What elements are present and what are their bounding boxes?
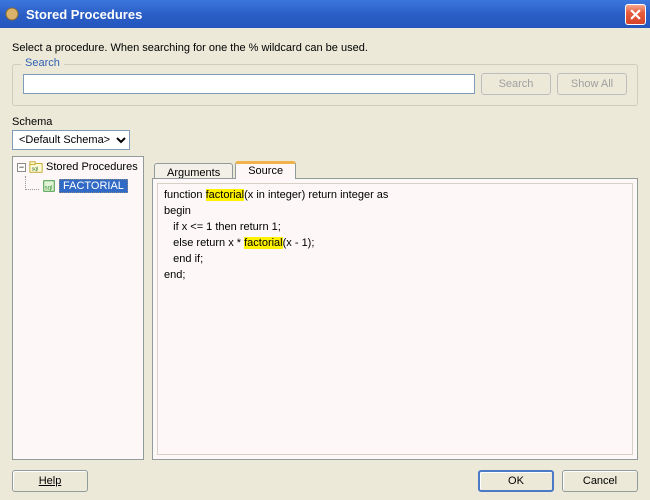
tree-connector — [25, 176, 39, 190]
close-button[interactable] — [625, 4, 646, 25]
window-title: Stored Procedures — [26, 7, 625, 22]
schema-block: Schema <Default Schema> — [12, 116, 638, 150]
search-legend: Search — [21, 57, 64, 69]
app-icon — [4, 6, 20, 22]
folder-sql-icon: sql — [29, 160, 43, 174]
code-text: begin — [164, 205, 191, 217]
search-row: Search Show All — [23, 73, 627, 95]
tree-collapse-icon[interactable]: − — [17, 163, 26, 172]
help-button[interactable]: Help — [12, 470, 88, 492]
search-button[interactable]: Search — [481, 73, 551, 95]
code-highlight: factorial — [244, 237, 283, 249]
code-text: else return x * — [164, 237, 244, 249]
tree-root-label: Stored Procedures — [46, 161, 138, 173]
tree-pane[interactable]: − sql Stored Procedures sql FACTORIAL — [12, 156, 144, 460]
code-text: end; — [164, 269, 185, 281]
title-bar: Stored Procedures — [0, 0, 650, 28]
procedure-icon: sql — [42, 179, 56, 193]
help-button-label: Help — [39, 475, 62, 487]
instruction-text: Select a procedure. When searching for o… — [12, 42, 638, 54]
code-text: end if; — [164, 253, 203, 265]
ok-button[interactable]: OK — [478, 470, 554, 492]
search-group: Search Search Show All — [12, 64, 638, 106]
source-code[interactable]: function factorial(x in integer) return … — [157, 183, 633, 455]
tree-item-label: FACTORIAL — [59, 179, 128, 193]
code-text: if x <= 1 then return 1; — [164, 221, 281, 233]
window-body: Select a procedure. When searching for o… — [0, 28, 650, 500]
code-text: (x - 1); — [283, 237, 315, 249]
tree-root[interactable]: − sql Stored Procedures — [15, 159, 141, 175]
search-input[interactable] — [23, 74, 475, 94]
code-text: (x in integer) return integer as — [244, 189, 388, 201]
svg-text:sql: sql — [45, 185, 53, 192]
schema-label: Schema — [12, 116, 638, 128]
detail-pane: Arguments Source function factorial(x in… — [152, 156, 638, 460]
schema-select[interactable]: <Default Schema> — [12, 130, 130, 150]
code-text: function — [164, 189, 206, 201]
main-row: − sql Stored Procedures sql FACTORIAL Ar… — [12, 156, 638, 460]
button-row: Help OK Cancel — [12, 460, 638, 492]
source-panel: function factorial(x in integer) return … — [152, 178, 638, 460]
svg-text:sql: sql — [32, 167, 39, 173]
tab-bar: Arguments Source — [152, 156, 638, 178]
tab-source[interactable]: Source — [235, 161, 296, 179]
code-highlight: factorial — [206, 189, 245, 201]
close-icon — [630, 9, 641, 20]
show-all-button[interactable]: Show All — [557, 73, 627, 95]
tree-item[interactable]: sql FACTORIAL — [23, 175, 141, 197]
cancel-button[interactable]: Cancel — [562, 470, 638, 492]
